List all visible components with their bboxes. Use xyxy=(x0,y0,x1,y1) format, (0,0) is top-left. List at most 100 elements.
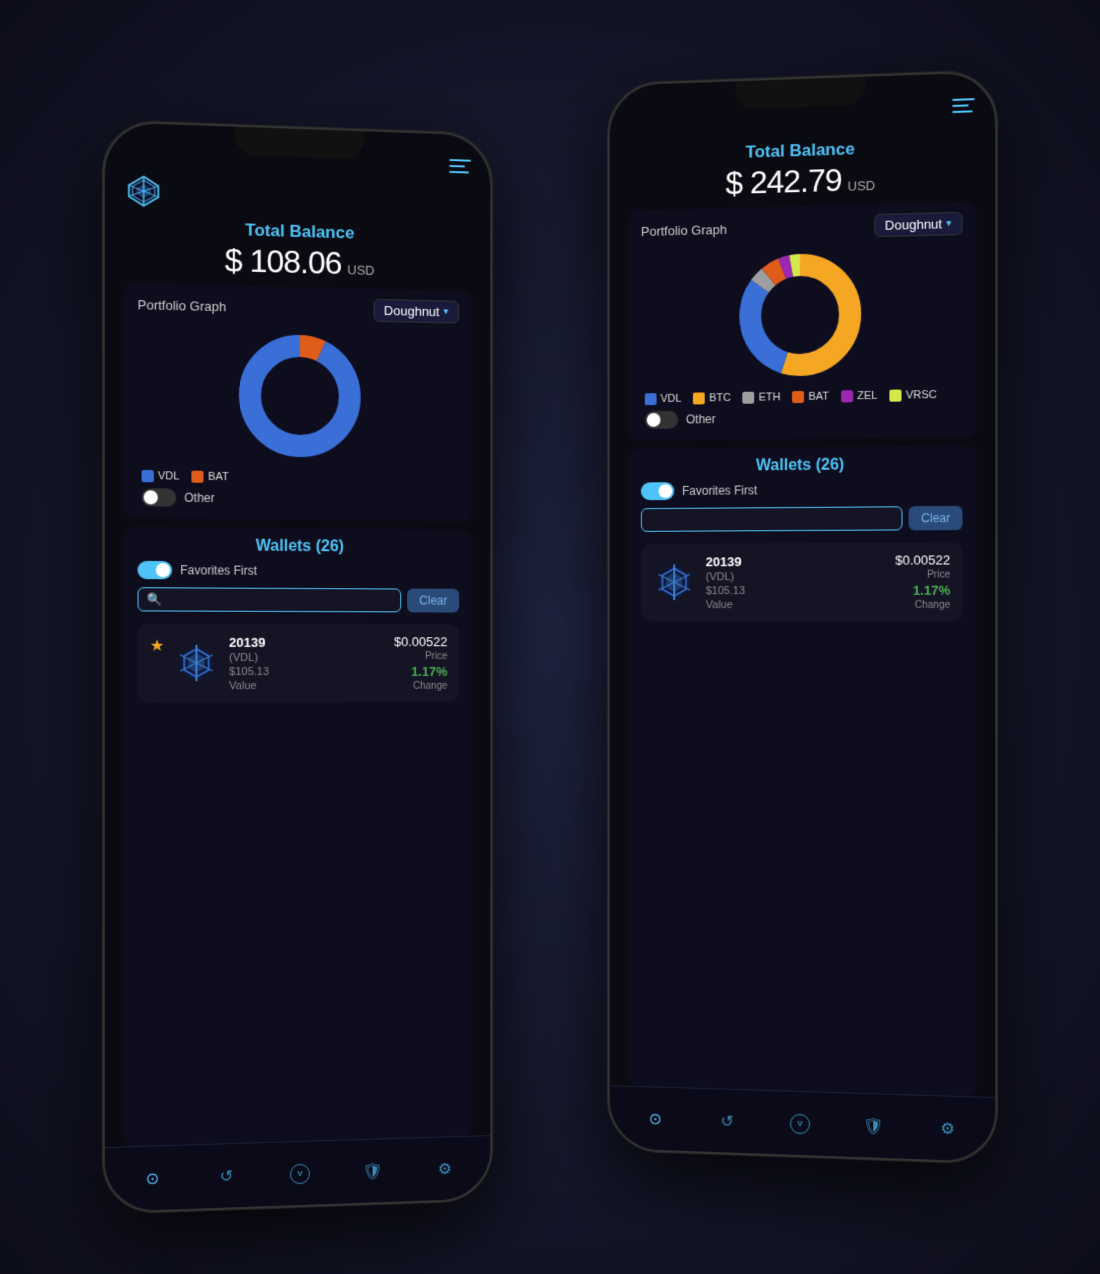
legend-dot-vrsc-right xyxy=(890,389,902,401)
legend-item-btc-right: BTC xyxy=(693,392,731,404)
legend-item-bat-left: BAT xyxy=(192,471,229,484)
portfolio-section-right: Portfolio Graph Doughnut ▾ xyxy=(627,201,977,441)
balance-currency-left: USD xyxy=(347,262,374,278)
price-label-left: Price xyxy=(394,651,447,662)
search-input-left[interactable] xyxy=(168,592,393,607)
donut-chart-right xyxy=(641,241,963,387)
doughnut-button-left[interactable]: Doughnut ▾ xyxy=(373,299,459,324)
search-row-left: 🔍 Clear xyxy=(138,587,460,612)
search-row-right: Clear xyxy=(641,506,963,532)
favorites-toggle-left[interactable] xyxy=(138,561,173,579)
menu-icon-left[interactable] xyxy=(449,159,471,174)
nav-refresh-right[interactable]: ↺ xyxy=(715,1109,739,1134)
balance-currency-right: USD xyxy=(848,178,876,194)
vdl-icon-left: V xyxy=(288,1161,312,1186)
other-toggle-switch-left[interactable] xyxy=(142,488,177,507)
shield-icon-right: 🛡 xyxy=(861,1113,885,1138)
wallet-info-left: 20139 (VDL) $105.13 Value xyxy=(229,634,384,691)
legend-left: VDL BAT xyxy=(138,470,460,486)
doughnut-button-right[interactable]: Doughnut ▾ xyxy=(874,212,963,237)
legend-text-btc-right: BTC xyxy=(709,392,731,404)
settings-icon-right: ⚙ xyxy=(935,1116,959,1141)
toggle-knob-right xyxy=(647,413,661,427)
balance-dollar-left: $ 108.06 xyxy=(225,242,342,282)
phone-right: Total Balance $ 242.79 USD Portfolio Gra… xyxy=(608,70,998,1164)
clear-button-left[interactable]: Clear xyxy=(407,589,459,613)
wallet-amount-left: 20139 xyxy=(229,634,384,649)
favorites-label-left: Favorites First xyxy=(180,563,257,578)
notch-left xyxy=(235,127,365,159)
dashboard-icon-left: ⊙ xyxy=(140,1166,164,1191)
wallet-card-left[interactable]: ★ 20139 (VD xyxy=(138,624,460,703)
balance-section-left: Total Balance $ 108.06 USD xyxy=(123,209,473,292)
wallet-logo-left xyxy=(174,641,219,685)
portfolio-section-left: Portfolio Graph Doughnut ▾ xyxy=(123,283,473,522)
legend-text-bat-right: BAT xyxy=(808,391,829,403)
wallet-value-right: $105.13 xyxy=(706,584,885,596)
legend-right: VDL BTC ETH BAT xyxy=(641,389,963,406)
other-toggle-right: Other xyxy=(641,407,963,429)
vdl-icon-right: V xyxy=(788,1111,812,1136)
legend-item-eth-right: ETH xyxy=(743,391,781,404)
legend-item-vrsc-right: VRSC xyxy=(890,389,937,402)
other-toggle-switch-right[interactable] xyxy=(645,411,678,429)
wallet-logo-right xyxy=(653,560,696,604)
wallet-info-right: 20139 (VDL) $105.13 Value xyxy=(706,553,885,610)
phones-container: Total Balance $ 108.06 USD Portfolio Gra… xyxy=(75,47,1025,1227)
wallet-amount-right: 20139 xyxy=(706,553,885,569)
chevron-icon-right: ▾ xyxy=(946,218,951,229)
wallets-title-right: Wallets (26) xyxy=(641,455,963,476)
wallet-card-right[interactable]: 20139 (VDL) $105.13 Value $0.00522 Price… xyxy=(641,542,963,621)
wallets-section-left: Wallets (26) Favorites First 🔍 Clear xyxy=(123,526,473,1146)
dashboard-icon-right: ⊙ xyxy=(643,1106,667,1131)
doughnut-label-right: Doughnut xyxy=(885,216,942,233)
legend-dot-btc-right xyxy=(693,392,705,404)
legend-dot-eth-right xyxy=(743,392,755,404)
nav-vdl-left[interactable]: V xyxy=(288,1161,312,1186)
toggle-knob-left xyxy=(144,490,158,504)
screen-right: Total Balance $ 242.79 USD Portfolio Gra… xyxy=(610,72,996,1162)
nav-settings-right[interactable]: ⚙ xyxy=(935,1116,959,1141)
nav-dashboard-right[interactable]: ⊙ xyxy=(643,1106,667,1131)
legend-item-vdl-right: VDL xyxy=(645,393,682,405)
portfolio-label-right: Portfolio Graph xyxy=(641,222,727,239)
wallets-section-right: Wallets (26) Favorites First Clear xyxy=(627,445,977,1096)
legend-dot-zel-right xyxy=(841,390,853,402)
notch-right xyxy=(735,77,865,109)
portfolio-header-left: Portfolio Graph Doughnut ▾ xyxy=(138,293,460,324)
search-input-right[interactable] xyxy=(650,511,894,527)
refresh-icon-right: ↺ xyxy=(715,1109,739,1134)
legend-text-bat-left: BAT xyxy=(208,471,229,483)
favorites-row-right: Favorites First xyxy=(641,480,963,501)
legend-dot-vdl-right xyxy=(645,393,657,405)
favorites-label-right: Favorites First xyxy=(682,483,757,498)
legend-dot-bat-left xyxy=(192,471,204,483)
clear-button-right[interactable]: Clear xyxy=(909,506,963,531)
legend-text-eth-right: ETH xyxy=(759,391,781,403)
donut-svg-left xyxy=(230,324,370,466)
balance-amount-row-right: $ 242.79 USD xyxy=(627,158,977,205)
nav-shield-right[interactable]: 🛡 xyxy=(861,1113,885,1138)
nav-shield-left[interactable]: 🛡 xyxy=(361,1159,385,1184)
power-button-right xyxy=(995,234,997,295)
change-label-right: Change xyxy=(895,600,950,611)
favorites-row-left: Favorites First xyxy=(138,561,460,581)
legend-item-vdl-left: VDL xyxy=(142,470,180,483)
favorites-toggle-right[interactable] xyxy=(641,482,674,500)
balance-amount-row-left: $ 108.06 USD xyxy=(123,239,473,285)
legend-text-vdl-left: VDL xyxy=(158,470,180,482)
price-label-right: Price xyxy=(895,570,950,581)
nav-refresh-left[interactable]: ↺ xyxy=(214,1163,238,1188)
wallet-price-col-left: $0.00522 Price 1.17% Change xyxy=(394,634,447,692)
phone-left: Total Balance $ 108.06 USD Portfolio Gra… xyxy=(103,120,493,1214)
other-label-right: Other xyxy=(686,412,716,426)
wallet-value-left: $105.13 xyxy=(229,665,384,677)
menu-icon-right[interactable] xyxy=(952,98,974,113)
wallet-value-label-left: Value xyxy=(229,679,384,691)
nav-settings-left[interactable]: ⚙ xyxy=(433,1156,457,1181)
nav-dashboard-left[interactable]: ⊙ xyxy=(140,1166,164,1191)
wallet-symbol-right: (VDL) xyxy=(706,570,885,582)
change-val-right: 1.17% xyxy=(895,583,950,598)
nav-vdl-right[interactable]: V xyxy=(788,1111,812,1136)
search-input-wrap-left: 🔍 xyxy=(138,587,402,612)
